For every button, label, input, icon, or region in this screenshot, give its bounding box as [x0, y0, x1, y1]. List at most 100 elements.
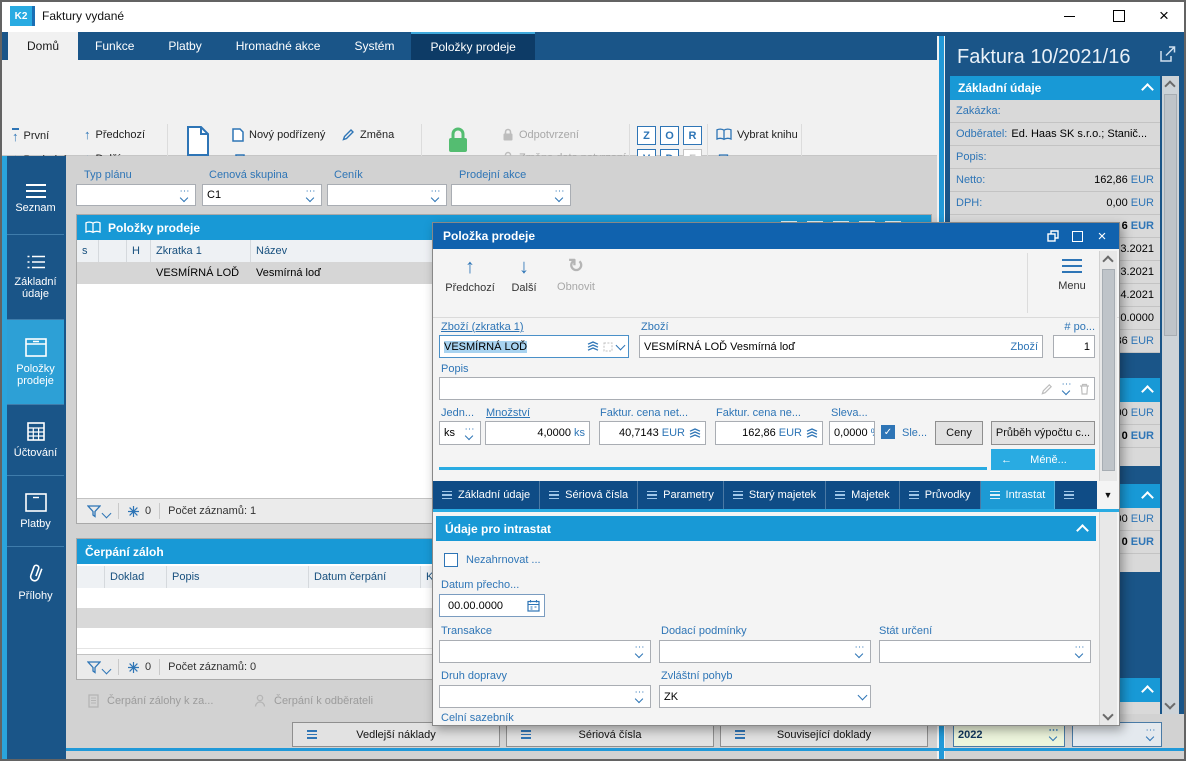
- col-header-blank[interactable]: [99, 240, 127, 262]
- zbozi-zkratka-field[interactable]: VESMÍRNÁ LOĎ: [439, 335, 629, 358]
- filter-funnel-icon[interactable]: [87, 504, 101, 518]
- jump-o-button[interactable]: O: [660, 126, 679, 145]
- scroll-down-icon[interactable]: [1102, 709, 1114, 721]
- scroll-down-icon[interactable]: [1164, 698, 1176, 710]
- dropdown-icon[interactable]: [177, 190, 191, 201]
- col-header-datum[interactable]: Datum čerpání: [309, 566, 421, 588]
- chevron-down-icon[interactable]: [101, 664, 112, 675]
- dialog-menu-button[interactable]: Menu: [1039, 259, 1105, 292]
- chevron-down-icon[interactable]: [857, 690, 868, 701]
- ribbon-change-button[interactable]: Změna: [342, 128, 394, 141]
- tab-parametry[interactable]: Parametry: [638, 481, 724, 509]
- zbozi-field[interactable]: VESMÍRNÁ LOĎ Vesmírná loď Zboží: [639, 335, 1043, 358]
- dialog-next-button[interactable]: ↓ Další: [503, 257, 545, 294]
- section-header-zakladni-udaje[interactable]: Základní údaje: [950, 76, 1160, 100]
- filter-funnel-icon[interactable]: [87, 660, 101, 674]
- chevron-up-icon[interactable]: [1141, 385, 1154, 398]
- sleva-field[interactable]: 0,0000%: [829, 421, 875, 445]
- sleva-checkbox[interactable]: ✓: [881, 425, 895, 439]
- dialog-maximize-button[interactable]: [1065, 230, 1089, 242]
- sidebar-item-seznam[interactable]: Seznam: [7, 164, 64, 235]
- stock-layers-icon[interactable]: [806, 427, 818, 439]
- chevron-up-icon[interactable]: [1141, 685, 1154, 698]
- calendar-icon[interactable]: [527, 599, 540, 612]
- chevron-up-icon[interactable]: [1076, 523, 1089, 537]
- stat-urceni-dropdown[interactable]: [879, 640, 1091, 663]
- dropdown-icon[interactable]: [462, 428, 476, 439]
- scrollbar-thumb[interactable]: [1164, 94, 1177, 336]
- col-header-zkratka[interactable]: Zkratka 1: [151, 240, 251, 262]
- dialog-refresh-button[interactable]: ↻ Obnovit: [549, 257, 603, 293]
- sidebar-item-platby[interactable]: Platby: [7, 476, 64, 547]
- ribbon-first-button[interactable]: ↑ První: [12, 128, 49, 143]
- tab-intrastat[interactable]: Intrastat: [980, 481, 1056, 509]
- dropdown-icon[interactable]: [428, 190, 442, 201]
- cena-netto-field[interactable]: 40,7143 EUR: [599, 421, 706, 445]
- jednotka-dropdown[interactable]: ks: [439, 421, 481, 445]
- scroll-up-icon[interactable]: [1102, 255, 1114, 267]
- chevron-down-icon[interactable]: [615, 340, 626, 351]
- stock-layers-icon[interactable]: [587, 341, 599, 352]
- tab-pruvodky[interactable]: Průvodky: [900, 481, 981, 509]
- col-header-doklad[interactable]: Doklad: [105, 566, 167, 588]
- dialog-prev-button[interactable]: ↑ Předchozí: [441, 257, 499, 294]
- tab-funkce[interactable]: Funkce: [78, 32, 151, 60]
- col-header-blank[interactable]: [77, 566, 105, 588]
- ribbon-select-book-button[interactable]: Vybrat knihu: [716, 128, 798, 141]
- scroll-up-icon[interactable]: [1164, 80, 1176, 92]
- dropdown-icon[interactable]: [1046, 729, 1060, 740]
- intrastat-section-header[interactable]: Údaje pro intrastat: [436, 516, 1096, 541]
- advance-to-order-link[interactable]: Čerpání zálohy k za...: [88, 694, 213, 708]
- transakce-dropdown[interactable]: [439, 640, 651, 663]
- dialog-title-bar[interactable]: Položka prodeje ×: [433, 223, 1119, 249]
- tab-overflow-stub[interactable]: [1055, 481, 1083, 509]
- dialog-dock-button[interactable]: [1041, 230, 1065, 242]
- tab-majetek[interactable]: Majetek: [826, 481, 900, 509]
- tab-zakladni-udaje[interactable]: Základní údaje: [433, 481, 541, 509]
- col-header-popis[interactable]: Popis: [167, 566, 309, 588]
- sidebar-item-uctovani[interactable]: Účtování: [7, 405, 64, 476]
- freeze-icon[interactable]: [127, 661, 140, 674]
- scrollbar-thumb[interactable]: [1102, 269, 1115, 471]
- dropdown-icon[interactable]: [632, 691, 646, 702]
- tab-hromadne-akce[interactable]: Hromadné akce: [219, 32, 338, 60]
- tab-overflow-button[interactable]: ▼: [1099, 481, 1117, 509]
- mene-button[interactable]: ← Méně...: [991, 449, 1095, 470]
- popis-field[interactable]: [439, 377, 1095, 400]
- dropdown-icon[interactable]: [1072, 646, 1086, 657]
- datum-field[interactable]: 00.00.0000: [439, 594, 545, 617]
- poradi-field[interactable]: 1: [1053, 335, 1095, 358]
- col-header-h[interactable]: H: [127, 240, 151, 262]
- open-external-button[interactable]: [1160, 46, 1176, 62]
- minimize-button[interactable]: [1046, 0, 1092, 32]
- cena-netto-celkem-field[interactable]: 162,86 EUR: [715, 421, 823, 445]
- chevron-down-icon[interactable]: [101, 508, 112, 519]
- sidebar-item-polozky-prodeje[interactable]: Položky prodeje: [7, 320, 64, 405]
- dropdown-icon[interactable]: [1059, 383, 1073, 394]
- mnozstvi-field[interactable]: 4,0000 ks: [485, 421, 590, 445]
- ribbon-unconfirm-button[interactable]: Odpotvrzení: [502, 128, 579, 141]
- chevron-up-icon[interactable]: [1141, 83, 1154, 96]
- stock-layers-icon[interactable]: [689, 427, 701, 439]
- col-header-s[interactable]: s: [77, 240, 99, 262]
- sidebar-item-zakladni-udaje[interactable]: Základní údaje: [7, 235, 64, 320]
- dialog-close-button[interactable]: ×: [1089, 228, 1115, 245]
- dropdown-icon[interactable]: [303, 190, 317, 201]
- dropdown-icon[interactable]: [1143, 729, 1157, 740]
- ribbon-new-child-button[interactable]: Nový podřízený: [232, 128, 325, 142]
- jump-r-button[interactable]: R: [683, 126, 702, 145]
- chevron-up-icon[interactable]: [1141, 491, 1154, 504]
- tab-system[interactable]: Systém: [337, 32, 411, 60]
- tab-stary-majetek[interactable]: Starý majetek: [724, 481, 827, 509]
- dialog-scrollbar-top[interactable]: [1099, 251, 1117, 481]
- sidebar-item-prilohy[interactable]: Přílohy: [7, 547, 64, 617]
- jump-z-button[interactable]: Z: [637, 126, 656, 145]
- dropdown-icon[interactable]: [552, 190, 566, 201]
- filter-prodejni-akce-dropdown[interactable]: [451, 184, 571, 206]
- advance-to-customer-link[interactable]: Čerpání k odběrateli: [254, 694, 373, 708]
- tab-seriova-cisla[interactable]: Sériová čísla: [540, 481, 639, 509]
- right-panel-scrollbar[interactable]: [1162, 76, 1179, 714]
- druh-dopravy-dropdown[interactable]: [439, 685, 651, 708]
- filter-cenova-skupina-dropdown[interactable]: C1: [202, 184, 322, 206]
- close-button[interactable]: ×: [1142, 0, 1186, 32]
